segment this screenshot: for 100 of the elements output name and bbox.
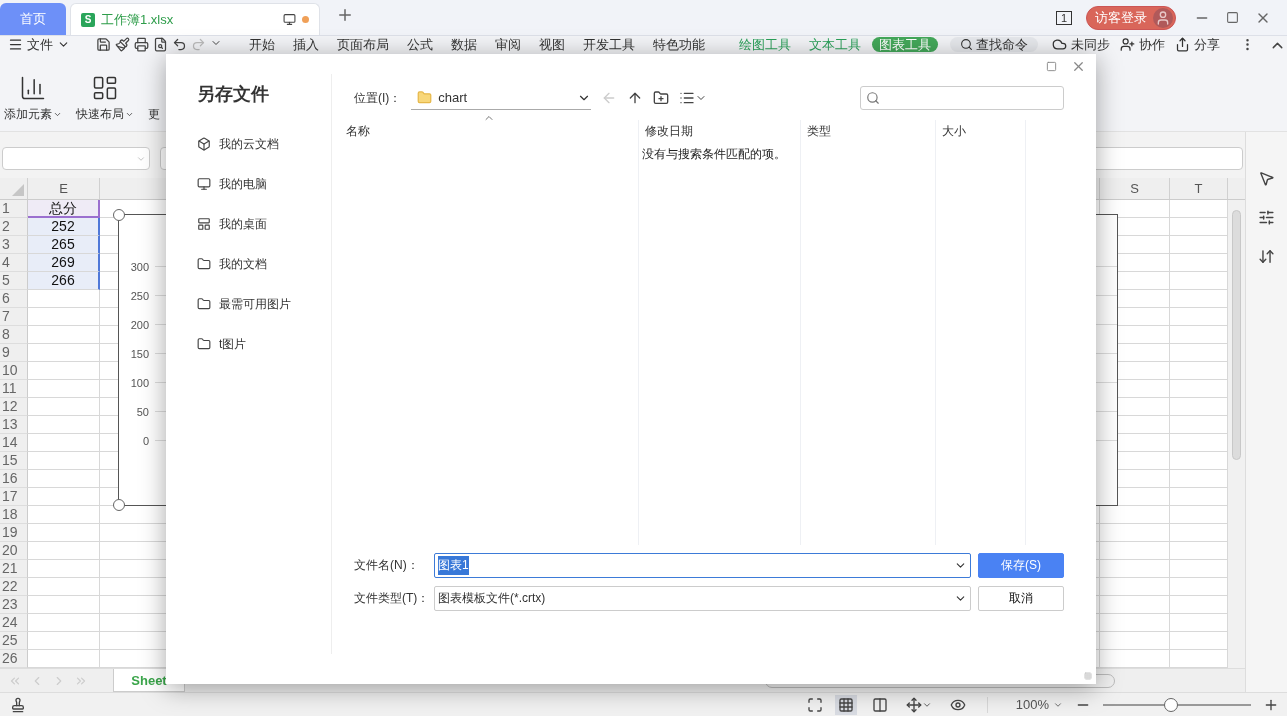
table-cell: 266 [28,272,100,290]
vertical-scrollbar[interactable] [1232,210,1241,460]
row-number[interactable]: 24 [0,614,28,632]
file-tab[interactable]: S 工作簿1.xlsx [70,3,320,35]
row-number[interactable]: 7 [0,308,28,326]
menu-tab[interactable]: 公式 [400,37,440,52]
row-number[interactable]: 19 [0,524,28,542]
toolbar-action[interactable]: 协作 [1120,37,1165,52]
menu-tab[interactable]: 开始 [242,37,282,52]
menu-tab[interactable]: 视图 [532,37,572,52]
place-item[interactable]: 我的云文档 [197,136,331,152]
place-item[interactable]: 我的电脑 [197,176,331,192]
ribbon-button[interactable]: 添加元素 [4,74,62,123]
menu-tab[interactable]: 开发工具 [576,37,642,52]
row-number[interactable]: 22 [0,578,28,596]
toolbar-action[interactable]: 分享 [1175,37,1220,52]
login-button[interactable]: 访客登录 [1086,5,1176,30]
location-label: 位置(I)： [354,89,402,107]
empty-message: 没有与搜索条件匹配的项。 [642,146,787,163]
place-item[interactable]: 我的文档 [197,256,331,272]
monitor-icon [283,13,296,26]
column-header[interactable]: S [1100,178,1170,199]
resize-handle[interactable] [113,499,125,511]
row-number[interactable]: 14 [0,434,28,452]
save-button[interactable]: 保存(S) [978,553,1064,578]
menu-icon[interactable] [8,37,23,52]
maximize-icon[interactable] [1046,60,1057,72]
place-item[interactable]: 最需可用图片 [197,296,331,312]
home-tab[interactable]: 首页 [0,3,66,35]
file-type-dropdown[interactable]: 图表模板文件(*.crtx) [434,586,971,611]
sliders-icon[interactable] [1258,209,1275,226]
row-number[interactable]: 2 [0,218,28,236]
row-number[interactable]: 13 [0,416,28,434]
column-header[interactable]: E [28,178,100,199]
row-number[interactable]: 5 [0,272,28,290]
row-number[interactable]: 9 [0,344,28,362]
add-user-icon [1120,37,1135,52]
preview-icon[interactable] [153,37,168,52]
cancel-button[interactable]: 取消 [978,586,1064,611]
row-number[interactable]: 18 [0,506,28,524]
row-number[interactable]: 10 [0,362,28,380]
file-name-field[interactable]: 图表1 [434,553,971,578]
folder-icon [197,257,211,271]
row-number[interactable]: 15 [0,452,28,470]
brush-icon[interactable] [115,37,130,52]
pointer-icon[interactable] [1258,170,1275,187]
column-header[interactable]: 类型 [807,123,929,140]
resize-grip[interactable] [1084,672,1092,680]
menu-tab[interactable]: 文本工具 [802,37,868,52]
ribbon-button[interactable]: 更 [148,74,160,123]
new-folder-icon[interactable] [653,90,670,106]
print-icon[interactable] [134,37,149,52]
save-icon[interactable] [96,37,111,52]
resize-handle[interactable] [113,209,125,221]
menu-tab[interactable]: 数据 [444,37,484,52]
undo-icon[interactable] [172,37,187,52]
location-dropdown[interactable]: chart [411,86,592,110]
row-number[interactable]: 20 [0,542,28,560]
row-number[interactable]: 1 [0,200,28,218]
menu-tab[interactable]: 插入 [286,37,326,52]
zoom-level[interactable]: 100% [1015,697,1063,712]
menu-tab[interactable]: 审阅 [488,37,528,52]
menu-tab[interactable]: 图表工具 [872,37,938,52]
file-menu[interactable]: 文件 [8,37,76,52]
row-number[interactable]: 12 [0,398,28,416]
row-number[interactable]: 11 [0,380,28,398]
column-header[interactable]: 修改日期 [645,123,794,140]
maximize-icon[interactable] [1226,11,1239,24]
view-list-icon[interactable] [679,90,708,106]
menu-tab[interactable]: 特色功能 [646,37,712,52]
ribbon-button[interactable]: 快速布局 [76,74,134,123]
column-header[interactable]: 名称 [346,123,632,140]
cloud-icon [1052,37,1067,52]
row-number[interactable]: 3 [0,236,28,254]
sort-icon[interactable] [1258,248,1275,265]
macro-icon[interactable] [10,696,26,713]
grid-icon [837,696,854,713]
file-name-label: 文件名(N)： [354,557,420,574]
menu-tab[interactable]: 绘图工具 [732,37,798,52]
view-button[interactable] [834,694,857,715]
row-number[interactable]: 16 [0,470,28,488]
place-item[interactable]: 我的桌面 [197,216,331,232]
row-number[interactable]: 4 [0,254,28,272]
search-field[interactable] [860,86,1064,110]
row-number[interactable]: 26 [0,650,28,668]
row-number[interactable]: 17 [0,488,28,506]
column-header[interactable]: T [1170,178,1228,199]
row-number[interactable]: 8 [0,326,28,344]
row-number[interactable]: 25 [0,632,28,650]
slider-thumb[interactable] [1164,697,1179,712]
row-number[interactable]: 6 [0,290,28,308]
menu-tab[interactable]: 页面布局 [330,37,396,52]
toolbar-action[interactable]: 未同步 [1052,37,1110,52]
row-number[interactable]: 21 [0,560,28,578]
row-number[interactable]: 23 [0,596,28,614]
place-item[interactable]: t图片 [197,336,331,352]
axis-label: 200 [129,318,149,331]
column-header[interactable]: 大小 [942,123,1019,140]
fullscreen-icon[interactable] [806,696,823,713]
command-search[interactable]: 查找命令 [950,37,1038,52]
